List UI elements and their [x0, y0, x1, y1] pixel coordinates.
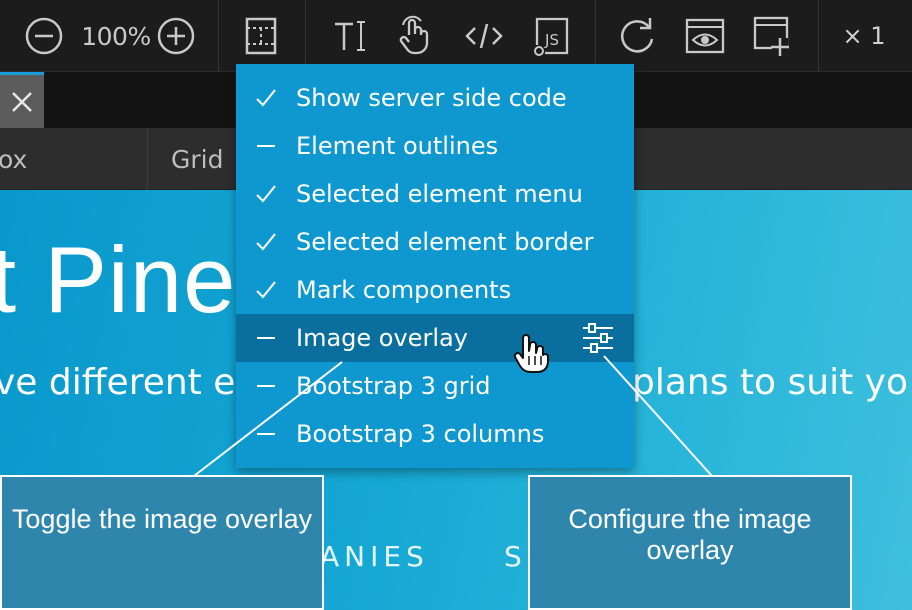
callout-configure-image-overlay: Configure the image overlay: [528, 475, 852, 610]
callout-toggle-image-overlay: Toggle the image overlay: [0, 475, 324, 610]
